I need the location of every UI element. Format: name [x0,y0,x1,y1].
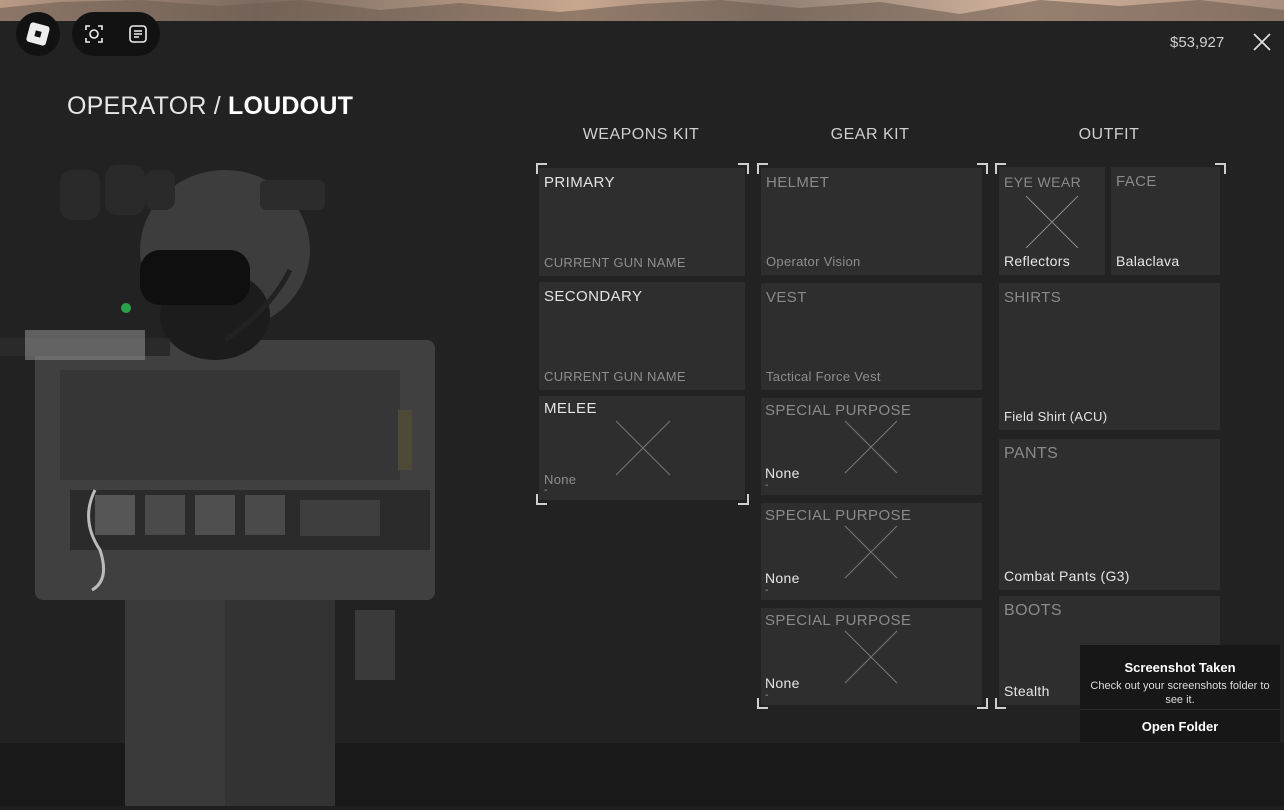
primary-weapon-slot[interactable]: PRIMARY CURRENT GUN NAME [539,168,745,276]
page-title: OPERATOR / LOUDOUT [67,92,353,121]
slot-label: BOOTS [1004,602,1063,619]
slot-item-name: Field Shirt (ACU) [1004,409,1108,424]
shirts-slot[interactable]: SHIRTS Field Shirt (ACU) [999,283,1220,430]
empty-slot-icon [844,630,898,684]
empty-slot-icon [615,420,671,476]
notification-message: Check out your screenshots folder to see… [1090,680,1270,706]
empty-slot-icon [1025,195,1079,249]
slot-item-dash: - [544,485,548,496]
open-folder-button[interactable]: Open Folder [1080,711,1280,742]
slot-item-name: Combat Pants (G3) [1004,568,1130,584]
slot-item-name: CURRENT GUN NAME [544,369,686,384]
slot-label: SPECIAL PURPOSE [765,402,912,419]
pants-slot[interactable]: PANTS Combat Pants (G3) [999,439,1220,590]
special-purpose-slot-3[interactable]: SPECIAL PURPOSE None - [761,608,982,705]
slot-item-name: None [765,570,800,586]
slot-label: VEST [766,289,807,306]
slot-item-name: Reflectors [1004,253,1071,269]
melee-weapon-slot[interactable]: MELEE None - [539,396,745,500]
slot-label: PRIMARY [544,174,615,191]
slot-label: SECONDARY [544,288,643,305]
gear-kit-heading: GEAR KIT [830,126,910,143]
camera-frame-icon[interactable] [84,24,104,44]
slot-label: HELMET [766,174,830,191]
currency-balance: $53,927 [1170,34,1225,51]
chat-icon[interactable] [128,24,148,44]
helmet-slot[interactable]: HELMET Operator Vision [761,168,982,275]
slot-item-name: Balaclava [1116,253,1180,269]
secondary-weapon-slot[interactable]: SECONDARY CURRENT GUN NAME [539,282,745,390]
slot-item-name: Tactical Force Vest [766,369,881,384]
slot-label: SPECIAL PURPOSE [765,507,912,524]
slot-item-name: None [765,465,800,481]
operator-character-preview [0,140,460,806]
slot-label: MELEE [544,400,597,417]
special-purpose-slot-1[interactable]: SPECIAL PURPOSE None - [761,398,982,495]
slot-item-name: Operator Vision [766,254,861,269]
roblox-logo-icon [25,21,51,47]
slot-item-name: Stealth [1004,683,1050,699]
title-main: LOUDOUT [228,92,354,120]
slot-label: EYE WEAR [1004,174,1082,190]
slot-item-name: None [765,675,800,691]
slot-label: SPECIAL PURPOSE [765,612,912,629]
special-purpose-slot-2[interactable]: SPECIAL PURPOSE None - [761,503,982,600]
slot-item-name: None [544,472,577,487]
slot-item-dash: - [765,690,769,701]
empty-slot-icon [844,420,898,474]
slot-item-dash: - [765,585,769,596]
notification-divider [1080,709,1280,710]
screenshot-notification: Screenshot Taken Check out your screensh… [1080,645,1280,742]
background-scenery [0,0,1284,22]
eyewear-slot[interactable]: EYE WEAR Reflectors [999,167,1105,275]
slot-item-dash: - [765,480,769,491]
slot-label: SHIRTS [1004,289,1062,306]
slot-item-name: CURRENT GUN NAME [544,255,686,270]
empty-slot-icon [844,525,898,579]
face-slot[interactable]: FACE Balaclava [1111,167,1220,275]
slot-label: PANTS [1004,445,1059,462]
title-prefix: OPERATOR / [67,92,221,120]
outfit-heading: OUTFIT [1078,126,1140,143]
notification-title: Screenshot Taken [1124,660,1236,675]
roblox-toolbar [72,12,160,56]
slot-label: FACE [1116,173,1157,190]
roblox-menu-button[interactable] [16,12,60,56]
vest-slot[interactable]: VEST Tactical Force Vest [761,283,982,390]
weapons-kit-heading: WEAPONS KIT [582,126,700,143]
close-icon[interactable] [1252,32,1272,52]
